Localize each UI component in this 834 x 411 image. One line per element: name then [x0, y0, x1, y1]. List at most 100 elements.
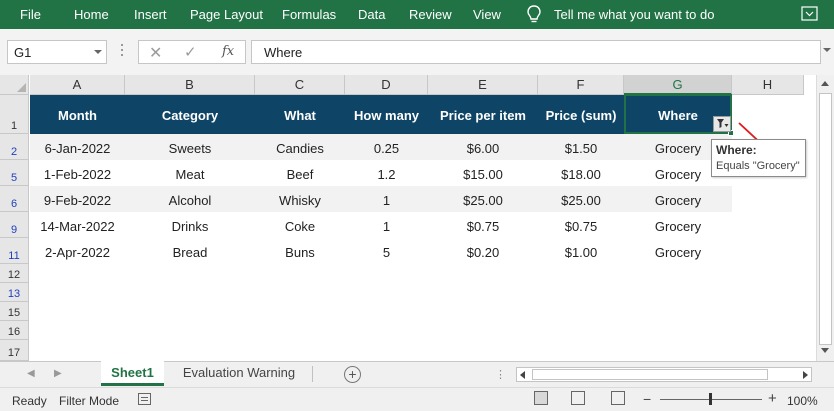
vertical-scrollbar[interactable] [816, 75, 834, 361]
cell-what[interactable]: Candies [255, 141, 345, 156]
zoom-level[interactable]: 100% [787, 394, 818, 408]
cell-price-sum[interactable]: $18.00 [538, 167, 624, 182]
header-cell-price-per-item[interactable]: Price per item [428, 108, 538, 123]
add-sheet-icon[interactable]: + [344, 366, 361, 383]
cell-category[interactable]: Sweets [125, 141, 255, 156]
zoom-out-button[interactable]: − [643, 391, 651, 407]
row-header[interactable]: 2 [0, 134, 29, 160]
cell-how-many[interactable]: 1 [345, 193, 428, 208]
header-cell-month[interactable]: Month [30, 108, 125, 123]
cell-price-sum[interactable]: $1.00 [538, 245, 624, 260]
zoom-slider-knob[interactable] [709, 393, 712, 405]
tab-page-layout[interactable]: Page Layout [190, 7, 263, 22]
select-all-button[interactable] [0, 75, 29, 95]
tab-review[interactable]: Review [409, 7, 452, 22]
scroll-down-icon[interactable] [821, 348, 829, 353]
column-header-d[interactable]: D [345, 75, 428, 95]
scroll-left-icon[interactable] [520, 371, 525, 379]
zoom-in-button[interactable]: + [768, 390, 777, 407]
check-icon[interactable]: ✓ [184, 43, 197, 61]
row-header[interactable]: 13 [0, 283, 29, 302]
tab-file[interactable]: File [20, 7, 41, 22]
cell-category[interactable]: Drinks [125, 219, 255, 234]
cancel-icon[interactable]: ✕ [149, 43, 162, 63]
header-cell-category[interactable]: Category [125, 108, 255, 123]
tell-me-search[interactable]: Tell me what you want to do [554, 7, 714, 22]
cell-price-per-item[interactable]: $0.75 [428, 219, 538, 234]
cell-month[interactable]: 14-Mar-2022 [30, 219, 125, 234]
header-cell-what[interactable]: What [255, 108, 345, 123]
column-header-b[interactable]: B [125, 75, 255, 95]
scroll-right-icon[interactable] [803, 371, 808, 379]
row-header[interactable]: 1 [0, 95, 29, 134]
next-sheet-icon[interactable]: ▶ [54, 368, 62, 379]
row-header[interactable]: 11 [0, 238, 29, 264]
prev-sheet-icon[interactable]: ◀ [27, 368, 35, 379]
cell-price-sum[interactable]: $25.00 [538, 193, 624, 208]
expand-formula-bar-icon[interactable] [823, 48, 831, 52]
column-header-f[interactable]: F [538, 75, 624, 95]
cell-price-per-item[interactable]: $6.00 [428, 141, 538, 156]
normal-view-icon[interactable] [534, 391, 548, 405]
filter-dropdown-button[interactable] [713, 116, 731, 132]
row-header[interactable]: 12 [0, 264, 29, 283]
cell-month[interactable]: 6-Jan-2022 [30, 141, 125, 156]
cell-where[interactable]: Grocery [624, 193, 732, 208]
cell-price-sum[interactable]: $1.50 [538, 141, 624, 156]
macro-recording-icon[interactable] [138, 393, 151, 405]
drag-handle-icon[interactable] [121, 44, 124, 60]
cell-category[interactable]: Bread [125, 245, 255, 260]
tab-data[interactable]: Data [358, 7, 385, 22]
header-cell-how-many[interactable]: How many [345, 108, 428, 123]
worksheet-grid[interactable]: A B C D E F G H 1 2 5 6 9 11 12 13 15 16… [0, 75, 834, 361]
cell-price-per-item[interactable]: $25.00 [428, 193, 538, 208]
cell-category[interactable]: Meat [125, 167, 255, 182]
column-header-e[interactable]: E [428, 75, 538, 95]
row-header[interactable]: 6 [0, 186, 29, 212]
scroll-thumb[interactable] [532, 369, 768, 380]
column-header-a[interactable]: A [30, 75, 125, 95]
cell-how-many[interactable]: 0.25 [345, 141, 428, 156]
ribbon-display-options-icon[interactable] [801, 6, 818, 21]
cell-what[interactable]: Beef [255, 167, 345, 182]
cell-price-per-item[interactable]: $0.20 [428, 245, 538, 260]
cell-price-sum[interactable]: $0.75 [538, 219, 624, 234]
scroll-thumb[interactable] [819, 93, 832, 345]
cell-how-many[interactable]: 1 [345, 219, 428, 234]
horizontal-scrollbar[interactable] [516, 367, 812, 382]
row-header[interactable]: 5 [0, 160, 29, 186]
column-header-h[interactable]: H [732, 75, 804, 95]
cell-where[interactable]: Grocery [624, 245, 732, 260]
column-header-g[interactable]: G [624, 75, 732, 95]
cell-what[interactable]: Whisky [255, 193, 345, 208]
row-header[interactable]: 9 [0, 212, 29, 238]
cell-month[interactable]: 1-Feb-2022 [30, 167, 125, 182]
scroll-up-icon[interactable] [821, 81, 829, 86]
tab-formulas[interactable]: Formulas [282, 7, 336, 22]
row-header[interactable]: 15 [0, 302, 29, 321]
tab-insert[interactable]: Insert [134, 7, 167, 22]
formula-input[interactable]: Where [251, 40, 821, 64]
cell-month[interactable]: 2-Apr-2022 [30, 245, 125, 260]
row-header[interactable]: 17 [0, 340, 29, 361]
sheet-tab-evaluation-warning[interactable]: Evaluation Warning [166, 361, 312, 386]
page-break-preview-icon[interactable] [611, 391, 625, 405]
cell-where[interactable]: Grocery [624, 219, 732, 234]
column-header-c[interactable]: C [255, 75, 345, 95]
tab-home[interactable]: Home [74, 7, 109, 22]
cell-what[interactable]: Coke [255, 219, 345, 234]
cell-month[interactable]: 9-Feb-2022 [30, 193, 125, 208]
cell-what[interactable]: Buns [255, 245, 345, 260]
cell-price-per-item[interactable]: $15.00 [428, 167, 538, 182]
name-box[interactable]: G1 [7, 40, 107, 64]
insert-function-icon[interactable]: fx [222, 44, 234, 59]
header-cell-price-sum[interactable]: Price (sum) [538, 108, 624, 123]
cell-how-many[interactable]: 1.2 [345, 167, 428, 182]
page-layout-view-icon[interactable] [571, 391, 585, 405]
cell-how-many[interactable]: 5 [345, 245, 428, 260]
more-options-icon[interactable]: ⋮ [495, 368, 506, 381]
row-header[interactable]: 16 [0, 321, 29, 340]
tab-view[interactable]: View [473, 7, 501, 22]
chevron-down-icon[interactable] [94, 50, 102, 54]
sheet-tab-sheet1[interactable]: Sheet1 [101, 361, 164, 386]
